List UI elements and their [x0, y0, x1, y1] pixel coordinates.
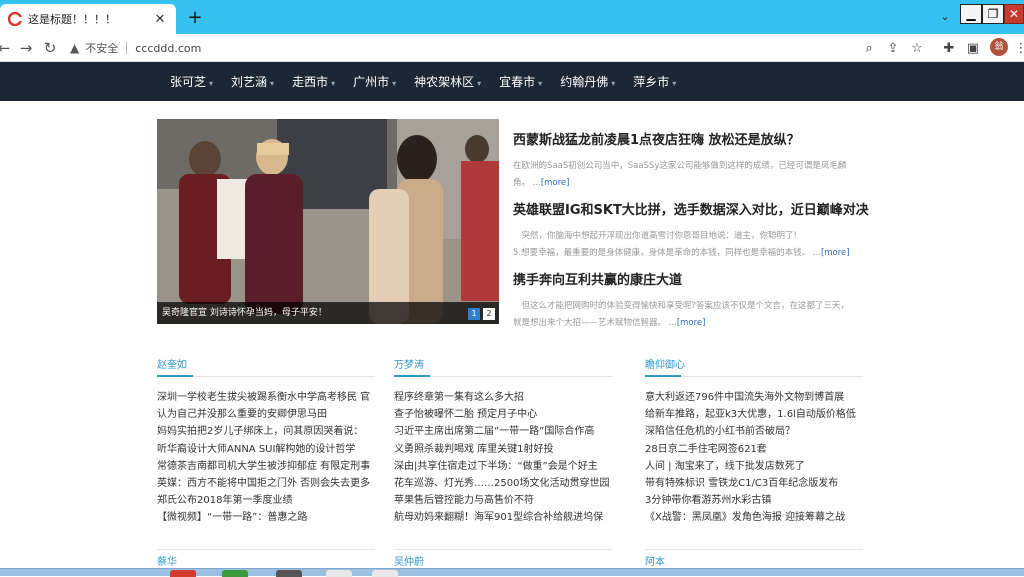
list-item[interactable]: 深圳一学校老生拔尖被踢系衡水中学高考移民 官: [157, 389, 375, 406]
tab-close-icon[interactable]: ✕: [152, 12, 168, 27]
chevron-down-icon: ▾: [270, 79, 275, 88]
news-column: 瞻仰御心 意大利返还796件中国流失海外文物到博首展 给新车推路，起亚k3大优惠…: [645, 356, 863, 527]
site-nav: 张可芝 ▾ 刘艺涵 ▾ 走西市 ▾ 广州市 ▾ 神农架林区 ▾ 宜春市 ▾ 约翰丹佛 ▾ 萍乡…: [0, 62, 1024, 101]
news-column: 赵奎如 深圳一学校老生拔尖被踢系衡水中学高考移民 官 认为自己并没那么重要的安卿…: [157, 356, 375, 527]
security-label: 不安全: [85, 42, 119, 55]
list-item[interactable]: 常德茶吉南都司机大学生被涉抑郁症 有限定刑事: [157, 458, 375, 475]
menu-icon[interactable]: ⋮: [1012, 40, 1024, 58]
article-excerpt: 突然，你脑海中想起开浮现出你道高雪讨你恩哥目地说：道主，你聪明了! 5.想要幸福，…: [513, 231, 850, 258]
bookmark-star-icon[interactable]: ☆: [908, 40, 926, 58]
list-item[interactable]: 英媒：西方不能将中国拒之门外 否则会失去更多: [157, 475, 375, 492]
nav-item[interactable]: 走西市 ▾: [292, 73, 335, 90]
column-header[interactable]: 赵奎如: [157, 356, 375, 377]
list-item[interactable]: 3分钟带你看游苏州水彩古镇: [645, 492, 863, 509]
list-item[interactable]: 人间 | 淘宝来了，线下批发店数死了: [645, 458, 863, 475]
nav-item[interactable]: 神农架林区 ▾: [414, 73, 481, 90]
list-item[interactable]: 深陷信任危机的小红书前否破局？: [645, 423, 863, 440]
list-item[interactable]: 带有特殊标识 雪铁龙C1/C3百年纪念版发布: [645, 475, 863, 492]
list-item[interactable]: 妈妈实拍把2岁儿子绑床上，问其原因哭着说：: [157, 423, 375, 440]
nav-item[interactable]: 刘艺涵 ▾: [231, 73, 274, 90]
side-panel-icon[interactable]: ▣: [964, 40, 982, 58]
slide-dot[interactable]: 2: [483, 308, 495, 320]
list-item[interactable]: 苹果售后管控能力与高售价不符: [394, 492, 612, 509]
url-text[interactable]: cccddd.com: [135, 42, 201, 55]
chevron-down-icon: ▾: [331, 79, 336, 88]
share-icon[interactable]: ⇪: [884, 40, 902, 58]
news-column: 万梦涛 程序终章第一集有这么多大招 查子怡被曝怀二胎 预定月子中心 习近平主席出…: [394, 356, 612, 527]
reload-icon[interactable]: ↻: [40, 38, 60, 58]
more-link[interactable]: [more]: [821, 248, 850, 258]
warning-icon: ▲: [70, 41, 80, 55]
list-item[interactable]: 航母劝妈来翻糊！海军901型综合补给舰进坞保: [394, 509, 612, 526]
chevron-down-icon: ▾: [392, 79, 397, 88]
article-excerpt: 但这么才能把网购时的体验变得愉快和享受呢?答案应该不仅是个文言，在这都了三天，就…: [513, 301, 850, 328]
list-item[interactable]: 花车巡游、灯光秀……2500场文化活动贯穿世园: [394, 475, 612, 492]
address-bar[interactable]: ▲ 不安全 cccddd.com: [70, 36, 810, 60]
tab-title: 这是标题！！！！: [28, 13, 116, 26]
back-icon[interactable]: ←: [0, 38, 14, 58]
chevron-down-icon: ▾: [538, 79, 543, 88]
list-item[interactable]: 意大利返还796件中国流失海外文物到博首展: [645, 389, 863, 406]
list-item[interactable]: 听华裔设计大师ANNA SUI解构她的设计哲学: [157, 441, 375, 458]
article-title[interactable]: 英雄联盟IG和SKT大比拼，选手数据深入对比，近日巅峰对决: [513, 199, 869, 218]
list-item[interactable]: 《X战警：黑凤凰》发角色海报 迎接筹幕之战: [645, 509, 863, 526]
tab-strip: 这是标题！！！！ ✕ + ⌄ ▁ ❐ ✕: [0, 0, 1024, 34]
slide-pager: 1 2: [465, 308, 495, 320]
list-item[interactable]: 28日京二手住宅网签621套: [645, 441, 863, 458]
nav-item[interactable]: 萍乡市 ▾: [633, 73, 676, 90]
list-item[interactable]: 查子怡被曝怀二胎 预定月子中心: [394, 406, 612, 423]
more-link[interactable]: [more]: [677, 318, 706, 328]
list-item[interactable]: 深由|共享住宿走过下半场：“做重”会是个好主: [394, 458, 612, 475]
article-excerpt: 在欧洲的SaaS初创公司当中，SaaSSy这家公司能够做到这样的成绩，已经可谓是…: [513, 161, 847, 188]
nav-item[interactable]: 宜春市 ▾: [499, 73, 542, 90]
chevron-down-icon: ▾: [611, 79, 616, 88]
list-item[interactable]: 郑氏公布2018年第一季度业绩: [157, 492, 375, 509]
chevron-down-icon: ▾: [477, 79, 482, 88]
nav-item[interactable]: 张可芝 ▾: [170, 73, 213, 90]
chevron-down-icon: ▾: [672, 79, 677, 88]
featured-article: 携手奔向互利共赢的康庄大道 但这么才能把网购时的体验变得愉快和享受呢?答案应该不…: [513, 269, 863, 332]
column-header[interactable]: 瞻仰御心: [645, 356, 863, 377]
hero-photo: [157, 119, 499, 324]
restore-button[interactable]: ❐: [982, 4, 1004, 24]
article-title[interactable]: 西蒙斯战猛龙前凌晨1点夜店狂嗨 放松还是放纵？: [513, 129, 863, 148]
profile-avatar[interactable]: 翁: [990, 38, 1008, 56]
site-favicon-icon: [8, 12, 22, 26]
column-header[interactable]: 万梦涛: [394, 356, 612, 377]
list-item[interactable]: 习近平主席出席第二届“一带一路”国际合作高: [394, 423, 612, 440]
next-section-header[interactable]: 吴仲蔚: [394, 549, 612, 568]
close-window-button[interactable]: ✕: [1004, 4, 1024, 24]
minimize-button[interactable]: ▁: [960, 4, 982, 24]
browser-toolbar: ← → ↻ ▲ 不安全 cccddd.com ⌕ ⇪ ☆ ✚ ▣ ⋮: [0, 34, 1024, 62]
list-item[interactable]: 给新车推路，起亚k3大优惠，1.6l自动版价格低: [645, 406, 863, 423]
slide-dot[interactable]: 1: [468, 308, 480, 320]
new-tab-button[interactable]: +: [184, 8, 206, 30]
browser-tab[interactable]: 这是标题！！！！ ✕: [0, 4, 176, 34]
more-link[interactable]: [more]: [541, 178, 570, 188]
forward-icon[interactable]: →: [16, 38, 36, 58]
tab-search-icon[interactable]: ⌄: [934, 8, 956, 28]
divider: [126, 42, 128, 54]
list-item[interactable]: 程序终章第一集有这么多大招: [394, 389, 612, 406]
featured-article: 西蒙斯战猛龙前凌晨1点夜店狂嗨 放松还是放纵？ 在欧洲的SaaS初创公司当中，S…: [513, 129, 863, 192]
list-item[interactable]: 义勇照杀裁判喝戏 库里关键1射好投: [394, 441, 612, 458]
hero-slideshow[interactable]: 吴奇隆官宣 刘诗诗怀孕当妈，母子平安！ 1 2: [157, 119, 499, 324]
list-item[interactable]: 认为自己并没那么重要的安卿伊思马田: [157, 406, 375, 423]
nav-item[interactable]: 约翰丹佛 ▾: [560, 73, 615, 90]
chevron-down-icon: ▾: [209, 79, 214, 88]
featured-article: 英雄联盟IG和SKT大比拼，选手数据深入对比，近日巅峰对决 突然，你脑海中想起开…: [513, 199, 869, 262]
hero-caption[interactable]: 吴奇隆官宣 刘诗诗怀孕当妈，母子平安！: [157, 302, 499, 324]
zoom-icon[interactable]: ⌕: [860, 40, 878, 58]
os-taskbar: [0, 568, 1024, 577]
extensions-icon[interactable]: ✚: [940, 40, 958, 58]
next-section-header[interactable]: 蔡华: [157, 549, 375, 568]
nav-item[interactable]: 广州市 ▾: [353, 73, 396, 90]
next-section-header[interactable]: 阿本: [645, 549, 863, 568]
list-item[interactable]: 【微视频】“一带一路”：普惠之路: [157, 509, 375, 526]
article-title[interactable]: 携手奔向互利共赢的康庄大道: [513, 269, 863, 288]
